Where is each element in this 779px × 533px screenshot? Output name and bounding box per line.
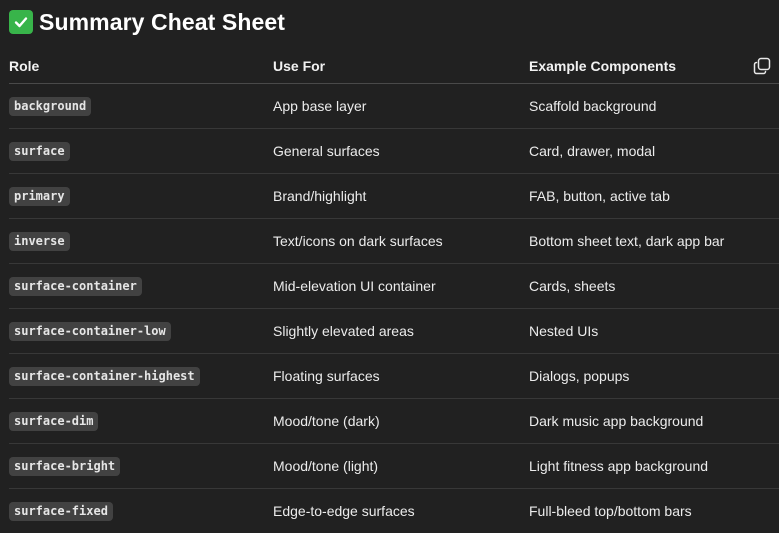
use-for-cell: Text/icons on dark surfaces — [273, 233, 443, 249]
table-row: surface-bright Mood/tone (light) Light fit… — [9, 444, 779, 489]
example-components-cell: Cards, sheets — [529, 278, 616, 294]
role-cell: primary — [9, 186, 273, 206]
table-header: Role Use For Example Components — [9, 48, 779, 84]
role-code: surface-dim — [9, 411, 99, 431]
role-code: surface-container — [9, 276, 142, 296]
role-code: primary — [9, 186, 70, 206]
example-components-cell: Dialogs, popups — [529, 368, 630, 384]
role-cell: surface-container-highest — [9, 366, 273, 386]
column-header-role: Role — [9, 57, 40, 74]
table-row: surface-container Mid-elevation UI contai… — [9, 264, 779, 309]
role-code: surface-fixed — [9, 501, 113, 521]
use-for-cell: Slightly elevated areas — [273, 323, 414, 339]
role-code: surface-container-low — [9, 321, 171, 341]
column-header-use-for: Use For — [273, 57, 326, 74]
role-cell: surface-container-low — [9, 321, 273, 341]
role-cell: surface-dim — [9, 411, 273, 431]
role-code: surface — [9, 141, 70, 161]
example-components-cell: Card, drawer, modal — [529, 143, 656, 159]
table-row: surface-container-low Slightly elevated a… — [9, 309, 779, 354]
use-for-cell: Mood/tone (light) — [273, 458, 379, 474]
use-for-cell: Mood/tone (dark) — [273, 413, 380, 429]
example-components-cell: Bottom sheet text, dark app bar — [529, 233, 725, 249]
example-components-cell: Full-bleed top/bottom bars — [529, 503, 692, 519]
role-cell: surface — [9, 141, 273, 161]
table-row: inverse Text/icons on dark surfaces Bottom… — [9, 219, 779, 264]
cheat-sheet-table: Role Use For Example Components backgrou… — [9, 48, 779, 533]
use-for-cell: General surfaces — [273, 143, 380, 159]
column-header-example-components: Example Components — [529, 57, 677, 74]
use-for-cell: Edge-to-edge surfaces — [273, 503, 415, 519]
example-components-cell: FAB, button, active tab — [529, 188, 670, 204]
role-cell: background — [9, 96, 273, 116]
table-row: surface-dim Mood/tone (dark) Dark music ap… — [9, 399, 779, 444]
section-heading: Summary Cheat Sheet — [9, 6, 285, 38]
example-components-cell: Dark music app background — [529, 413, 704, 429]
role-cell: surface-fixed — [9, 501, 273, 521]
table-row: background App base layer Scaffold backgro… — [9, 84, 779, 129]
section-title: Summary Cheat Sheet — [39, 8, 286, 35]
table-row: primary Brand/highlight FAB, button, activ… — [9, 174, 779, 219]
copy-icon[interactable] — [753, 57, 771, 75]
example-components-cell: Light fitness app background — [529, 458, 709, 474]
role-cell: surface-bright — [9, 456, 273, 476]
role-code: surface-bright — [9, 456, 121, 476]
role-cell: surface-container — [9, 276, 273, 296]
role-code: surface-container-highest — [9, 366, 200, 386]
role-code: background — [9, 96, 92, 116]
use-for-cell: Brand/highlight — [273, 188, 367, 204]
example-components-cell: Nested UIs — [529, 323, 599, 339]
table-row: surface General surfaces Card, drawer, mod… — [9, 129, 779, 174]
use-for-cell: Floating surfaces — [273, 368, 380, 384]
use-for-cell: App base layer — [273, 98, 367, 114]
table-body: background App base layer Scaffold backgro… — [9, 84, 779, 533]
use-for-cell: Mid-elevation UI container — [273, 278, 436, 294]
role-code: inverse — [9, 231, 70, 251]
table-row: surface-container-highest Floating surfac… — [9, 354, 779, 399]
table-row: surface-fixed Edge-to-edge surfaces Full-b… — [9, 489, 779, 533]
check-mark-button-icon — [9, 10, 33, 34]
example-components-cell: Scaffold background — [529, 98, 657, 114]
role-cell: inverse — [9, 231, 273, 251]
